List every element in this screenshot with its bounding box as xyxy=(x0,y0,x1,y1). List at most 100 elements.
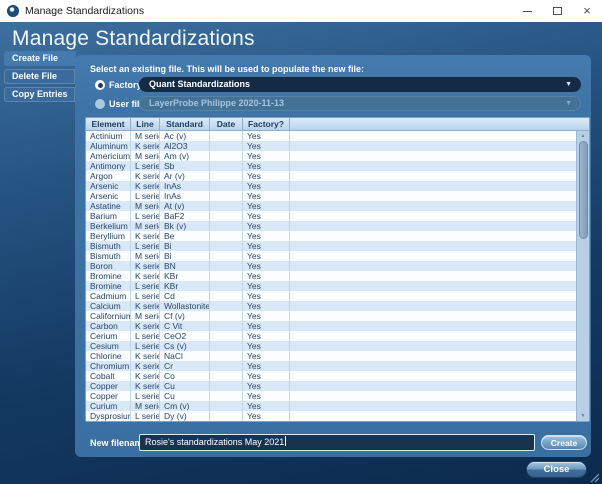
table-cell: Californium xyxy=(86,311,131,321)
table-cell: Americium xyxy=(86,151,131,161)
table-cell xyxy=(210,271,243,281)
table-row[interactable]: ActiniumM seriesAc (v) Yes xyxy=(86,131,589,141)
table-cell: Chromium xyxy=(86,361,131,371)
close-button[interactable]: Close xyxy=(526,461,587,478)
resize-grip-icon[interactable] xyxy=(588,471,599,482)
table-row[interactable]: DysprosiumL seriesDy (v) Yes xyxy=(86,411,589,421)
table-row[interactable]: BariumL seriesBaF2 Yes xyxy=(86,211,589,221)
table-cell: Dysprosium xyxy=(86,411,131,421)
table-cell: Am (v) xyxy=(160,151,210,161)
table-cell: Sb xyxy=(160,161,210,171)
table-row[interactable]: BerylliumK seriesBe Yes xyxy=(86,231,589,241)
table-row[interactable]: CaliforniumM seriesCf (v) Yes xyxy=(86,311,589,321)
column-header-line[interactable]: Line xyxy=(131,118,160,130)
table-row[interactable]: ArsenicL seriesInAs Yes xyxy=(86,191,589,201)
table-cell xyxy=(210,181,243,191)
table-row[interactable]: BerkeliumM seriesBk (v) Yes xyxy=(86,221,589,231)
table-cell: InAs xyxy=(160,191,210,201)
table-row[interactable]: BismuthL seriesBi Yes xyxy=(86,241,589,251)
table-cell: Ar (v) xyxy=(160,171,210,181)
table-cell: Yes xyxy=(243,161,290,171)
table-cell-filler xyxy=(290,351,589,361)
table-cell xyxy=(210,381,243,391)
table-cell-filler xyxy=(290,171,589,181)
table-cell: Bk (v) xyxy=(160,221,210,231)
table-cell: At (v) xyxy=(160,201,210,211)
sidebar-item-create-file[interactable]: Create File xyxy=(4,51,76,66)
create-button[interactable]: Create xyxy=(541,435,587,450)
table-row[interactable]: CadmiumL seriesCd Yes xyxy=(86,291,589,301)
table-cell: Copper xyxy=(86,381,131,391)
table-cell-filler xyxy=(290,131,589,141)
table-cell: K series xyxy=(131,261,160,271)
table-cell-filler xyxy=(290,321,589,331)
table-cell-filler xyxy=(290,201,589,211)
column-header-date[interactable]: Date xyxy=(210,118,243,130)
table-cell-filler xyxy=(290,411,589,421)
table-row[interactable]: BromineK seriesKBr Yes xyxy=(86,271,589,281)
table-row[interactable]: CopperL seriesCu Yes xyxy=(86,391,589,401)
table-row[interactable]: ChlorineK seriesNaCl Yes xyxy=(86,351,589,361)
table-row[interactable]: CarbonK seriesC Vit Yes xyxy=(86,321,589,331)
table-cell: Yes xyxy=(243,261,290,271)
table-cell: K series xyxy=(131,381,160,391)
table-row[interactable]: AluminumK seriesAl2O3 Yes xyxy=(86,141,589,151)
table-row[interactable]: CesiumL seriesCs (v) Yes xyxy=(86,341,589,351)
table-cell: Beryllium xyxy=(86,231,131,241)
table-row[interactable]: CalciumK seriesWollastonite Yes xyxy=(86,301,589,311)
factory-files-radio[interactable] xyxy=(95,80,105,90)
table-cell: Cerium xyxy=(86,331,131,341)
table-cell: M series xyxy=(131,151,160,161)
scroll-up-icon[interactable]: ▲ xyxy=(577,133,589,139)
table-row[interactable]: AstatineM seriesAt (v) Yes xyxy=(86,201,589,211)
maximize-button[interactable] xyxy=(542,0,572,22)
user-files-radio[interactable] xyxy=(95,99,105,109)
table-row[interactable]: CeriumL seriesCeO2 Yes xyxy=(86,331,589,341)
table-cell: NaCl xyxy=(160,351,210,361)
table-cell: Actinium xyxy=(86,131,131,141)
table-row[interactable]: ChromiumK seriesCr Yes xyxy=(86,361,589,371)
table-cell: Berkelium xyxy=(86,221,131,231)
table-row[interactable]: CopperK seriesCu Yes xyxy=(86,381,589,391)
column-header-factory[interactable]: Factory? xyxy=(243,118,290,130)
table-cell: Carbon xyxy=(86,321,131,331)
table-cell: Cs (v) xyxy=(160,341,210,351)
table-row[interactable]: BoronK seriesBN Yes xyxy=(86,261,589,271)
sidebar-item-delete-file[interactable]: Delete File xyxy=(4,69,75,84)
scrollbar-thumb[interactable] xyxy=(578,141,588,239)
vertical-scrollbar[interactable]: ▲ ▼ xyxy=(576,131,589,421)
table-row[interactable]: AmericiumM seriesAm (v) Yes xyxy=(86,151,589,161)
table-row[interactable]: ArgonK seriesAr (v) Yes xyxy=(86,171,589,181)
table-cell: Calcium xyxy=(86,301,131,311)
column-header-element[interactable]: Element xyxy=(86,118,131,130)
table-row[interactable]: ArsenicK seriesInAs Yes xyxy=(86,181,589,191)
close-window-button[interactable]: × xyxy=(572,0,602,22)
scroll-down-icon[interactable]: ▼ xyxy=(577,413,589,419)
column-header-standard[interactable]: Standard xyxy=(160,118,210,130)
titlebar[interactable]: Manage Standardizations × xyxy=(0,0,602,22)
table-cell: Cm (v) xyxy=(160,401,210,411)
factory-files-dropdown[interactable]: Quant Standardizations ▼ xyxy=(139,77,581,92)
table-cell: Yes xyxy=(243,241,290,251)
table-cell: Cobalt xyxy=(86,371,131,381)
table-row[interactable]: CuriumM seriesCm (v) Yes xyxy=(86,401,589,411)
table-cell: KBr xyxy=(160,281,210,291)
table-cell-filler xyxy=(290,311,589,321)
table-cell xyxy=(210,321,243,331)
instruction-label: Select an existing file. This will be us… xyxy=(90,64,365,74)
table-cell: Yes xyxy=(243,381,290,391)
table-cell-filler xyxy=(290,331,589,341)
minimize-button[interactable] xyxy=(512,0,542,22)
text-caret xyxy=(285,436,287,446)
new-filename-input[interactable]: Rosie's standardizations May 2021 xyxy=(139,434,535,451)
table-cell: Bismuth xyxy=(86,241,131,251)
filename-text: Rosie's standardizations May 2021 xyxy=(145,437,285,447)
table-row[interactable]: CobaltK seriesCo Yes xyxy=(86,371,589,381)
table-row[interactable]: BismuthM seriesBi Yes xyxy=(86,251,589,261)
table-cell: Argon xyxy=(86,171,131,181)
table-row[interactable]: BromineL seriesKBr Yes xyxy=(86,281,589,291)
sidebar-item-copy-entries[interactable]: Copy Entries xyxy=(4,87,75,102)
table-cell: Yes xyxy=(243,331,290,341)
table-row[interactable]: AntimonyL seriesSb Yes xyxy=(86,161,589,171)
table-cell xyxy=(210,191,243,201)
